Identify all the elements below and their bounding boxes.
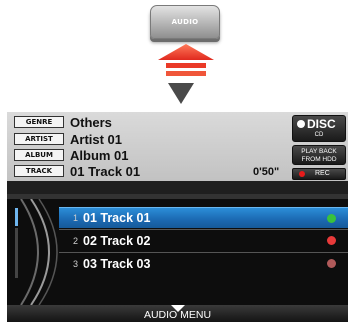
disc-graphic-icon bbox=[7, 199, 63, 305]
artist-value: Artist 01 bbox=[70, 131, 123, 147]
recording-status-icon bbox=[327, 236, 336, 245]
rec-label: REC bbox=[315, 170, 330, 177]
track-name: 01 Track 01 bbox=[83, 211, 151, 225]
genre-tag: GENRE bbox=[14, 116, 64, 128]
chevron-down-icon bbox=[171, 305, 185, 312]
elapsed-time: 0'50" bbox=[253, 166, 280, 178]
down-arrow-icon bbox=[168, 83, 194, 104]
track-number: 3 bbox=[72, 258, 78, 269]
track-list-item-1[interactable]: 1 01 Track 01 bbox=[59, 207, 348, 228]
track-row: TRACK 01 Track 01 bbox=[14, 163, 140, 179]
playback-label-line2: FROM HDD bbox=[301, 156, 337, 163]
genre-value: Others bbox=[70, 114, 112, 130]
playback-label-line1: PLAY BACK bbox=[301, 148, 337, 155]
track-number: 1 bbox=[72, 213, 78, 223]
disc-source-label: CD bbox=[314, 132, 324, 138]
record-dot-icon bbox=[299, 171, 305, 177]
track-list-item-2[interactable]: 2 02 Track 02 bbox=[59, 230, 348, 251]
play-back-from-hdd-button[interactable]: PLAY BACK FROM HDD bbox=[292, 145, 346, 165]
artist-row: ARTIST Artist 01 bbox=[14, 131, 122, 147]
disc-label: DISC bbox=[307, 117, 336, 131]
disc-button[interactable]: DISC CD bbox=[292, 115, 346, 142]
track-tag: TRACK bbox=[14, 165, 64, 177]
album-row: ALBUM Album 01 bbox=[14, 147, 129, 163]
album-tag: ALBUM bbox=[14, 149, 64, 161]
track-list: 1 01 Track 01 2 02 Track 02 3 03 Track 0… bbox=[7, 199, 348, 305]
track-name: 02 Track 02 bbox=[83, 233, 151, 248]
track-info-panel: GENRE Others ARTIST Artist 01 ALBUM Albu… bbox=[7, 112, 348, 181]
audio-hardware-button[interactable]: AUDIO bbox=[150, 5, 220, 39]
disc-icon bbox=[297, 120, 305, 128]
divider-band bbox=[7, 181, 348, 194]
press-arrow-icon bbox=[158, 44, 214, 76]
recorded-check-icon bbox=[327, 213, 336, 223]
pending-status-icon bbox=[327, 259, 336, 268]
rec-button[interactable]: REC bbox=[292, 168, 346, 180]
track-number: 2 bbox=[72, 235, 78, 246]
track-list-item-3[interactable]: 3 03 Track 03 bbox=[59, 253, 348, 274]
audio-button-label: AUDIO bbox=[171, 18, 199, 26]
track-value: 01 Track 01 bbox=[70, 163, 141, 179]
genre-row: GENRE Others bbox=[14, 114, 112, 130]
audio-menu-button[interactable]: AUDIO MENU bbox=[7, 305, 348, 322]
album-value: Album 01 bbox=[70, 147, 129, 163]
track-name: 03 Track 03 bbox=[83, 256, 151, 271]
artist-tag: ARTIST bbox=[14, 133, 64, 145]
audio-screen: GENRE Others ARTIST Artist 01 ALBUM Albu… bbox=[7, 112, 348, 322]
